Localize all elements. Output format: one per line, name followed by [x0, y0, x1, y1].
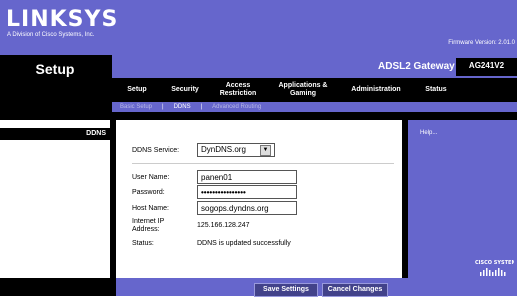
ddns-service-select[interactable]: DynDNS.org ▼: [197, 143, 275, 157]
section-label: DDNS: [86, 130, 106, 137]
internet-ip-value: 125.166.128.247: [197, 222, 250, 229]
main-tabs: Setup Security Access Restriction Applic…: [112, 78, 517, 102]
tab-security[interactable]: Security: [162, 86, 208, 94]
tab-access-restriction[interactable]: Access Restriction: [208, 82, 268, 98]
subnav-advanced-routing[interactable]: Advanced Routing: [212, 102, 261, 112]
password-label: Password:: [132, 189, 165, 196]
subnav-ddns[interactable]: DDNS: [174, 102, 191, 112]
help-link[interactable]: Help...: [420, 130, 437, 136]
chevron-down-icon: ▼: [260, 144, 271, 156]
status-value: DDNS is updated successfully: [197, 240, 291, 247]
internet-ip-label: Internet IP Address:: [132, 218, 165, 233]
svg-text:CISCO SYSTEMS: CISCO SYSTEMS: [475, 260, 514, 266]
subnav-basic-setup[interactable]: Basic Setup: [120, 102, 152, 112]
ddns-service-value: DynDNS.org: [201, 145, 246, 154]
host-name-field[interactable]: sogops.dyndns.org: [197, 201, 297, 215]
firmware-version: Firmware Version: 2.01.0: [448, 40, 515, 46]
cancel-changes-button[interactable]: Cancel Changes: [322, 283, 388, 297]
footer-left: [0, 278, 116, 296]
form-divider: [132, 163, 394, 164]
username-label: User Name:: [132, 174, 170, 181]
subnav: Basic Setup | DDNS | Advanced Routing: [120, 102, 261, 112]
subnav-separator: |: [162, 104, 164, 110]
page-title: Setup: [35, 61, 75, 77]
left-column: [0, 120, 110, 278]
divider-band: [0, 112, 517, 120]
subnav-separator: |: [200, 104, 203, 110]
status-label: Status:: [132, 240, 154, 247]
host-name-label: Host Name:: [132, 205, 169, 212]
tab-applications-gaming[interactable]: Applications & Gaming: [268, 82, 338, 98]
username-field[interactable]: panen01: [197, 170, 297, 184]
password-field[interactable]: ••••••••••••••••: [197, 185, 297, 199]
gateway-name: ADSL2 Gateway: [378, 61, 455, 72]
tab-administration[interactable]: Administration: [338, 86, 414, 94]
tab-setup[interactable]: Setup: [112, 86, 162, 94]
cisco-logo: CISCO SYSTEMS: [475, 260, 514, 276]
ddns-service-label: DDNS Service:: [132, 147, 180, 154]
linksys-logo: LINKSYS: [6, 7, 119, 32]
right-gap: [402, 120, 408, 278]
save-settings-button[interactable]: Save Settings: [254, 283, 318, 297]
model-number: AG241V2: [468, 61, 505, 70]
help-column: [402, 120, 517, 278]
brand-tagline: A Division of Cisco Systems, Inc.: [7, 32, 95, 38]
tab-status[interactable]: Status: [414, 86, 458, 94]
